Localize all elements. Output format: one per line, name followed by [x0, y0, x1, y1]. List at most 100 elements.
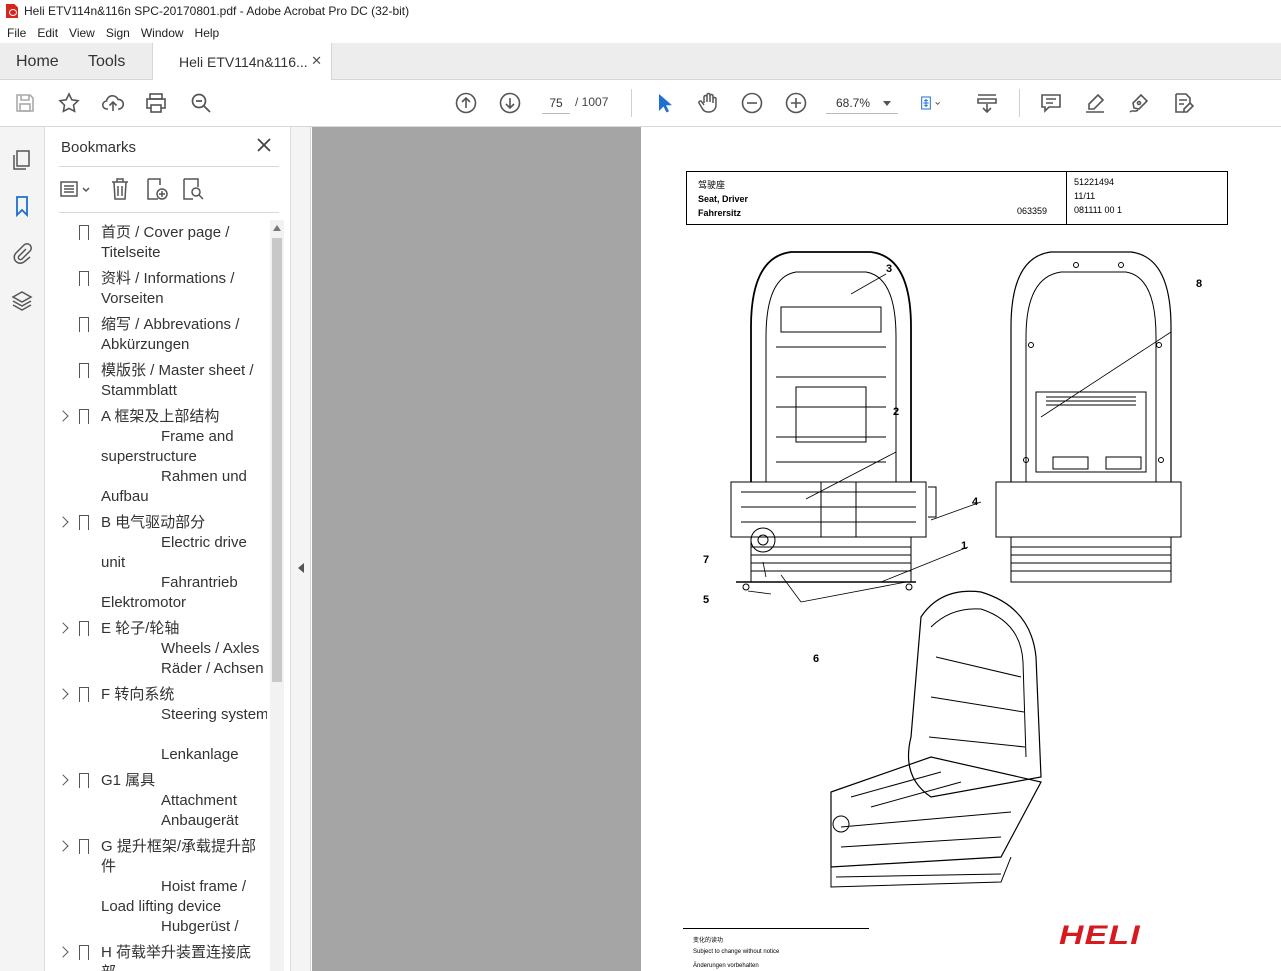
scroll-mode-icon[interactable] [975, 91, 999, 115]
bookmark-attachment[interactable]: G1 属具 Attachment Anbaugerät [45, 771, 267, 831]
title-chinese: 驾驶座 [698, 180, 726, 190]
callout-2: 2 [893, 406, 899, 418]
menu-edit[interactable]: Edit [32, 26, 63, 40]
new-bookmark-icon[interactable] [145, 177, 169, 201]
chevron-right-icon[interactable] [57, 946, 69, 958]
callout-leader-lines [747, 273, 1172, 603]
collapse-arrow-icon [298, 563, 304, 573]
tab-bar: Home Tools Heli ETV114n&116... ✕ [0, 43, 1281, 80]
find-bookmark-icon[interactable] [181, 177, 205, 201]
bookmark-informations[interactable]: 资料 / Informations / Vorseiten [45, 269, 267, 309]
chevron-right-icon[interactable] [57, 774, 69, 786]
window-title-bar: Heli ETV114n&116n SPC-20170801.pdf - Ado… [0, 0, 1281, 22]
panel-collapse-handle[interactable] [291, 127, 311, 971]
print-icon[interactable] [144, 91, 168, 115]
page-number-input[interactable] [542, 92, 570, 114]
bookmark-frame[interactable]: A 框架及上部结构 Frame and superstructure Rahme… [45, 407, 267, 507]
bookmark-list: 首页 / Cover page / Titelseite 资料 / Inform… [45, 223, 267, 971]
callout-8: 8 [1196, 278, 1202, 290]
zoom-search-icon[interactable] [189, 91, 213, 115]
bookmark-electric-drive[interactable]: B 电气驱动部分 Electric drive unit Fahrantrieb… [45, 513, 267, 613]
bookmark-icon [79, 839, 89, 855]
fill-sign-icon[interactable] [1127, 91, 1151, 115]
scroll-up-icon[interactable] [273, 225, 281, 231]
menu-help[interactable]: Help [190, 26, 225, 40]
bookmark-icon [79, 363, 89, 379]
delete-bookmark-icon[interactable] [109, 177, 131, 201]
document-viewport[interactable]: 驾驶座 Seat, Driver Fahrersitz 063359 51221… [312, 127, 1281, 971]
star-icon[interactable] [57, 91, 81, 115]
main-toolbar: / 1007 68.7% [0, 80, 1281, 127]
bookmarks-panel-icon[interactable] [11, 195, 33, 218]
toolbar-divider [1019, 89, 1020, 117]
callout-1: 1 [961, 540, 967, 552]
title-german: Fahrersitz [698, 208, 742, 218]
bookmark-icon [79, 687, 89, 703]
seat-technical-drawing: 3 2 4 1 7 5 6 8 [703, 251, 1202, 888]
layers-icon[interactable] [11, 290, 33, 312]
callout-3: 3 [886, 263, 892, 275]
divider [59, 212, 279, 213]
zoom-level-dropdown[interactable]: 68.7% [826, 92, 898, 114]
footer-rule [683, 928, 869, 929]
save-icon[interactable] [13, 91, 37, 115]
bookmark-icon [79, 515, 89, 531]
bookmark-cover-page[interactable]: 首页 / Cover page / Titelseite [45, 223, 267, 263]
chevron-right-icon[interactable] [57, 688, 69, 700]
window-title: Heli ETV114n&116n SPC-20170801.pdf - Ado… [24, 4, 410, 18]
bookmark-hoist-frame[interactable]: G 提升框架/承载提升部 件 Hoist frame / Load liftin… [45, 837, 267, 937]
highlight-pen-icon[interactable] [1083, 91, 1107, 115]
document-code: 081111 00 1 [1074, 205, 1123, 215]
page-header-box: 驾驶座 Seat, Driver Fahrersitz 063359 51221… [686, 171, 1228, 225]
attachments-icon[interactable] [11, 242, 33, 264]
bookmarks-scrollbar[interactable] [270, 220, 284, 971]
next-page-icon[interactable] [498, 91, 522, 115]
previous-page-icon[interactable] [454, 91, 478, 115]
zoom-out-icon[interactable] [740, 91, 764, 115]
chevron-right-icon[interactable] [57, 840, 69, 852]
chevron-right-icon[interactable] [57, 410, 69, 422]
footer-english: Subject to change without notice [693, 949, 780, 955]
cloud-upload-icon[interactable] [101, 91, 125, 115]
seat-isometric-view [830, 590, 1042, 888]
scrollbar-thumb[interactable] [272, 238, 282, 682]
menu-view[interactable]: View [64, 26, 100, 40]
bookmark-load-lifting-connection[interactable]: H 荷载举升装置连接底 部 [45, 943, 267, 971]
page-total: / 1007 [575, 95, 609, 109]
bookmark-steering-system[interactable]: F 转向系统 Steering system Lenkanlage [45, 685, 267, 765]
close-panel-icon[interactable] [256, 137, 272, 153]
tab-home[interactable]: Home [16, 43, 59, 80]
page-thumbnails-icon[interactable] [11, 149, 33, 171]
edit-pdf-icon[interactable] [1171, 91, 1195, 115]
toolbar-divider [631, 89, 632, 117]
callout-6: 6 [813, 653, 819, 665]
select-cursor-icon[interactable] [652, 91, 676, 115]
tab-document[interactable]: Heli ETV114n&116... ✕ [152, 43, 332, 80]
bookmark-icon [79, 225, 89, 241]
menu-sign[interactable]: Sign [101, 26, 135, 40]
chevron-right-icon[interactable] [57, 516, 69, 528]
fit-page-icon[interactable] [919, 91, 955, 115]
heli-logo: HELI [1059, 920, 1141, 950]
bookmark-abbreviations[interactable]: 缩写 / Abbrevations / Abkürzungen [45, 315, 267, 355]
menu-window[interactable]: Window [136, 26, 189, 40]
header-divider [1066, 172, 1067, 224]
menu-file[interactable]: File [2, 26, 31, 40]
bookmark-options-icon[interactable] [59, 180, 95, 200]
tab-tools[interactable]: Tools [88, 43, 125, 80]
bookmark-master-sheet[interactable]: 模版张 / Master sheet / Stammblatt [45, 361, 267, 401]
acrobat-pdf-icon [6, 4, 18, 18]
drawing-number: 063359 [1017, 206, 1048, 216]
bookmark-icon [79, 945, 89, 961]
bookmark-icon [79, 621, 89, 637]
chevron-right-icon[interactable] [57, 622, 69, 634]
bookmarks-title: Bookmarks [61, 139, 137, 156]
zoom-in-icon[interactable] [784, 91, 808, 115]
bookmark-wheels-axles[interactable]: E 轮子/轮轴 Wheels / Axles Räder / Achsen [45, 619, 267, 679]
hand-tool-icon[interactable] [696, 91, 720, 115]
footer-chinese: 变化的读功 [693, 938, 724, 944]
comment-icon[interactable] [1039, 91, 1063, 115]
callout-7: 7 [703, 554, 709, 566]
close-tab-icon[interactable]: ✕ [311, 53, 322, 69]
seat-front-view [730, 251, 937, 591]
